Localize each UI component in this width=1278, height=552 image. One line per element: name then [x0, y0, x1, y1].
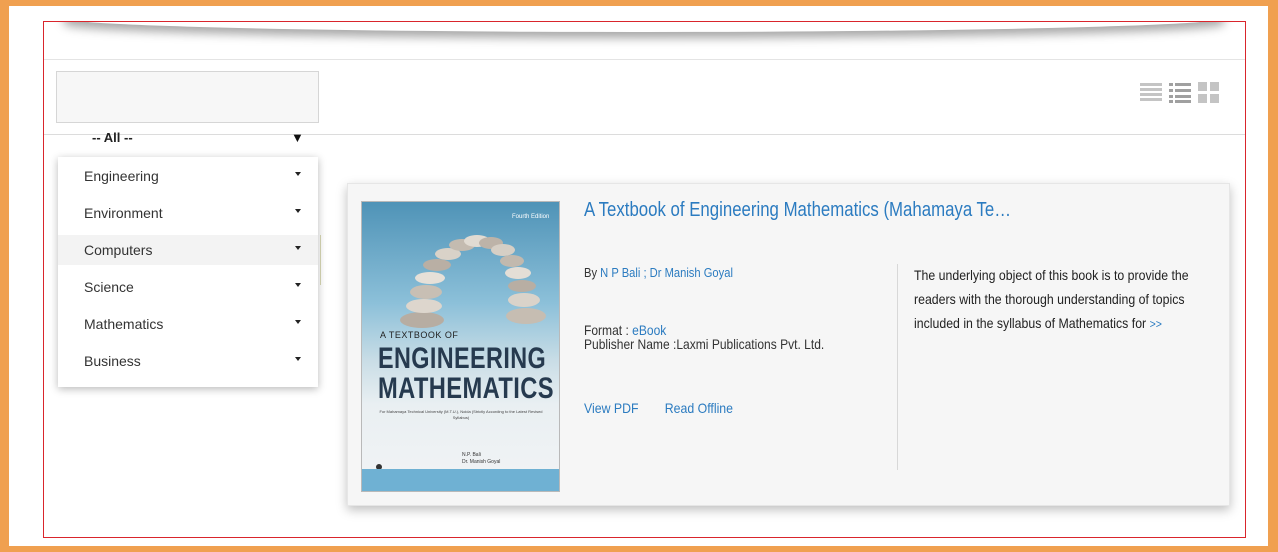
chevron-down-icon[interactable] [295, 246, 301, 250]
category-item-science[interactable]: Science [58, 272, 318, 302]
grid-icon[interactable] [1198, 80, 1220, 104]
book-cover-image[interactable]: Fourth Edition A TEXTBOOK OF ENGINEERING… [361, 201, 560, 492]
cover-author: N.P. Bali [462, 452, 481, 458]
read-more-link[interactable]: >> [1150, 317, 1162, 331]
category-item-label: Computers [84, 242, 153, 258]
description-text: The underlying object of this book is to… [914, 267, 1189, 331]
cover-title-line: ENGINEERING [378, 342, 547, 375]
book-description: The underlying object of this book is to… [914, 263, 1213, 336]
book-actions: View PDF Read Offline [584, 400, 733, 416]
category-item-label: Mathematics [84, 316, 164, 332]
chevron-down-icon[interactable] [295, 172, 301, 176]
divider [897, 264, 898, 470]
view-toggle-group [1140, 80, 1228, 106]
read-offline-link[interactable]: Read Offline [665, 400, 733, 416]
category-item-environment[interactable]: Environment [58, 198, 318, 228]
publisher-value: Laxmi Publications Pvt. Ltd. [676, 336, 825, 352]
chevron-down-icon[interactable] [295, 209, 301, 213]
view-pdf-link[interactable]: View PDF [584, 400, 639, 416]
cover-authors: N.P. Bali Dr. Manish Goyal [462, 452, 500, 466]
detailed-list-icon[interactable] [1169, 80, 1191, 104]
chevron-down-icon[interactable]: ▼ [291, 130, 304, 145]
compact-list-icon[interactable] [1140, 80, 1162, 104]
category-dropdown-menu: Engineering Environment Computers Scienc… [58, 157, 318, 387]
cover-kicker: A TEXTBOOK OF [380, 330, 459, 340]
category-item-mathematics[interactable]: Mathematics [58, 309, 318, 339]
cover-band [362, 469, 559, 491]
category-select-value[interactable]: -- All -- [92, 130, 133, 145]
chevron-down-icon[interactable] [295, 320, 301, 324]
chevron-down-icon[interactable] [295, 357, 301, 361]
publisher-label: Publisher Name : [584, 336, 677, 352]
stone-arch-illustration [400, 235, 546, 328]
category-item-business[interactable]: Business [58, 346, 318, 376]
book-byline: By N P Bali ; Dr Manish Goyal [584, 265, 733, 280]
category-item-label: Business [84, 353, 141, 369]
book-title-link[interactable]: A Textbook of Engineering Mathematics (M… [584, 199, 1011, 222]
content-panel: -- All -- ▼ Engineering Environment Comp… [43, 21, 1246, 538]
byline-prefix: By [584, 265, 598, 280]
category-item-label: Environment [84, 205, 163, 221]
cover-fine-print: For Mahamaya Technical University (M.T.U… [379, 409, 543, 420]
top-toolbar-shadow [64, 22, 1224, 32]
category-item-label: Engineering [84, 168, 159, 184]
category-item-label: Science [84, 279, 134, 295]
divider [44, 59, 1245, 60]
category-item-engineering[interactable]: Engineering [58, 161, 318, 191]
book-card: Fourth Edition A TEXTBOOK OF ENGINEERING… [347, 183, 1230, 506]
divider [44, 134, 1245, 135]
book-meta: Format : eBook Publisher Name :Laxmi Pub… [584, 323, 824, 351]
divider [320, 235, 321, 285]
cover-author: Dr. Manish Goyal [462, 459, 501, 465]
cover-title-line: MATHEMATICS [378, 372, 554, 405]
category-item-computers[interactable]: Computers [58, 235, 318, 265]
author-link[interactable]: N P Bali ; Dr Manish Goyal [600, 265, 733, 280]
search-input[interactable] [56, 71, 319, 123]
chevron-down-icon[interactable] [295, 283, 301, 287]
